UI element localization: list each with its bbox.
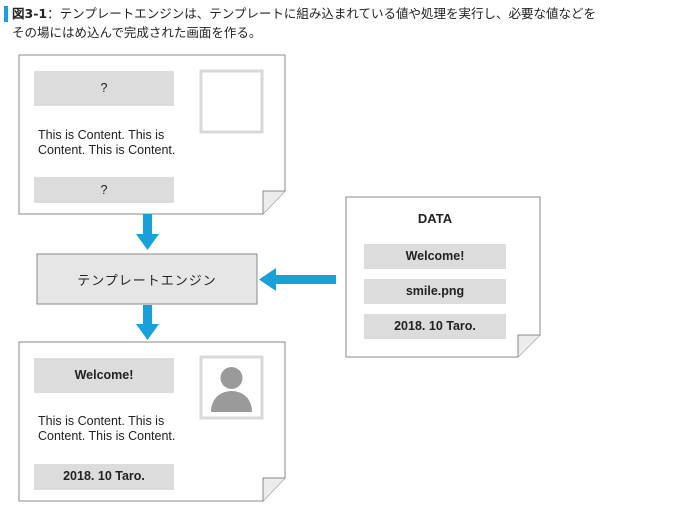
- arrow-engine-to-output: [136, 305, 159, 340]
- data-item-welcome: Welcome!: [405, 249, 465, 263]
- data-item-date-author: 2018. 10 Taro.: [394, 319, 476, 333]
- template-header-placeholder: ?: [100, 81, 108, 95]
- data-document-fold: [517, 334, 540, 357]
- template-footer-placeholder: ?: [100, 183, 108, 197]
- template-engine-label: テンプレートエンジン: [77, 274, 217, 289]
- data-item-image-file: smile.png: [405, 284, 465, 298]
- template-content-text: This is Content. This is Content. This i…: [38, 128, 176, 157]
- arrow-data-to-engine: [259, 268, 336, 291]
- template-image-frame: [199, 69, 264, 134]
- output-header-text: Welcome!: [74, 368, 134, 382]
- arrow-template-to-engine: [136, 214, 159, 250]
- output-content-text: This is Content. This is Content. This i…: [38, 414, 176, 443]
- data-title: DATA: [417, 211, 453, 226]
- output-footer-text: 2018. 10 Taro.: [63, 469, 145, 483]
